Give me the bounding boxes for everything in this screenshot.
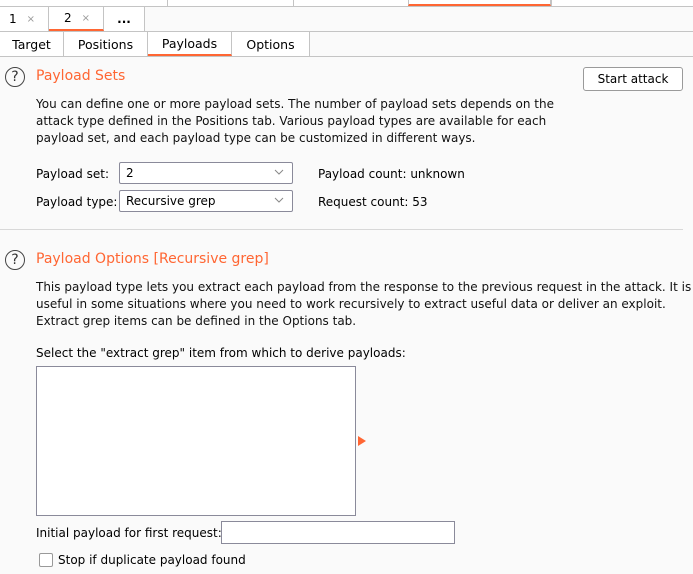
request-count: Request count: 53 (318, 195, 428, 209)
payload-set-select[interactable]: 2 (119, 162, 293, 184)
chevron-down-icon (274, 169, 284, 175)
help-icon[interactable]: ? (5, 250, 25, 270)
top-tab-active[interactable] (408, 0, 551, 6)
description-line: attack type defined in the Positions tab… (36, 114, 547, 128)
stop-duplicate-label: Stop if duplicate payload found (58, 553, 246, 567)
attack-sub-tabs: Target Positions Payloads Options (0, 32, 693, 57)
expand-arrow-icon[interactable] (358, 436, 366, 446)
attack-tab-2[interactable]: 2 × (49, 7, 104, 31)
help-icon-glyph: ? (11, 252, 19, 268)
tab-label: Options (246, 36, 295, 52)
start-attack-button[interactable]: Start attack (583, 67, 683, 91)
description-line: payload set, and each payload type can b… (36, 131, 476, 145)
tab-options[interactable]: Options (232, 32, 310, 56)
description-line: useful in some situations where you need… (36, 297, 666, 311)
top-tab[interactable] (167, 0, 293, 6)
payload-type-value: Recursive grep (126, 194, 216, 208)
description-line: Extract grep items can be defined in the… (36, 314, 357, 328)
attack-tab-more[interactable]: ... (104, 7, 145, 31)
tab-label: Positions (77, 36, 134, 52)
payload-options-description: This payload type lets you extract each … (36, 279, 691, 330)
help-icon-glyph: ? (11, 69, 19, 85)
attack-tab-1[interactable]: 1 × (0, 7, 49, 31)
initial-payload-input[interactable] (221, 521, 455, 544)
description-line: This payload type lets you extract each … (36, 280, 692, 294)
payload-options-title: Payload Options [Recursive grep] (36, 251, 269, 267)
tab-label: Payloads (161, 35, 218, 51)
start-attack-label: Start attack (597, 72, 669, 86)
top-tab[interactable] (551, 0, 693, 6)
payload-sets-title: Payload Sets (36, 68, 126, 84)
chevron-down-icon (274, 197, 284, 203)
top-tab-strip (0, 0, 693, 7)
tab-target[interactable]: Target (0, 32, 64, 56)
tab-payloads[interactable]: Payloads (148, 32, 232, 56)
payload-set-label: Payload set: (36, 167, 109, 181)
payload-set-value: 2 (126, 166, 134, 180)
attack-tab-label: 1 (9, 12, 17, 26)
close-icon[interactable]: × (27, 14, 35, 25)
payload-type-select[interactable]: Recursive grep (119, 190, 293, 212)
close-icon[interactable]: × (82, 13, 90, 24)
payload-type-label: Payload type: (36, 195, 118, 209)
attack-tabs: 1 × 2 × ... (0, 7, 693, 32)
stop-duplicate-checkbox[interactable] (39, 553, 53, 567)
payload-sets-description: You can define one or more payload sets.… (36, 96, 554, 147)
section-divider (0, 229, 683, 230)
extract-grep-select-label: Select the "extract grep" item from whic… (36, 346, 406, 360)
intruder-attack-window: 1 × 2 × ... Target Positions Payloads Op… (0, 0, 693, 574)
top-tab[interactable] (293, 0, 408, 6)
initial-payload-label: Initial payload for first request: (36, 526, 222, 540)
extract-grep-list[interactable] (36, 366, 356, 516)
payload-count: Payload count: unknown (318, 167, 465, 181)
attack-tab-label: 2 (64, 11, 72, 25)
more-tabs-label: ... (117, 12, 131, 26)
tab-label: Target (12, 36, 51, 52)
tab-positions[interactable]: Positions (64, 32, 148, 56)
description-line: You can define one or more payload sets.… (36, 97, 554, 111)
help-icon[interactable]: ? (5, 67, 25, 87)
